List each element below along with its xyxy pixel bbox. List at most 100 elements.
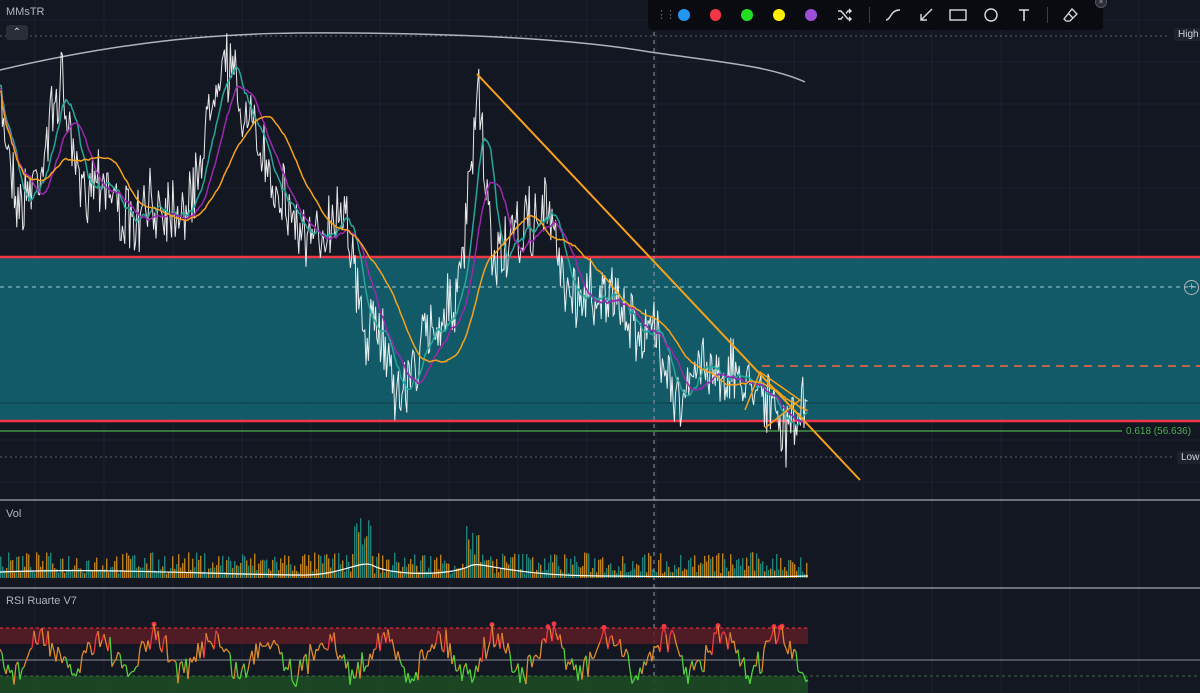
volume-bar <box>282 563 284 578</box>
volume-bar <box>484 560 486 578</box>
rsi-line <box>269 644 273 650</box>
volume-bar <box>420 560 422 578</box>
rsi-line <box>229 653 233 677</box>
drag-handle-icon[interactable]: ⋮⋮ <box>656 8 676 22</box>
volume-bar <box>760 563 762 578</box>
add-price-level-icon[interactable]: + <box>1184 280 1199 295</box>
volume-bar <box>614 570 616 578</box>
rsi-line <box>121 664 125 669</box>
text-icon[interactable] <box>1015 6 1033 24</box>
volume-bar <box>218 556 220 578</box>
rsi-pane-title: RSI Ruarte V7 <box>6 595 77 607</box>
low-price-tag: Low <box>1177 451 1200 464</box>
rsi-line <box>595 646 599 653</box>
chart-canvas[interactable] <box>0 0 1200 693</box>
volume-bar <box>102 565 104 578</box>
rsi-line <box>173 659 177 663</box>
volume-bar <box>0 556 2 578</box>
volume-bar <box>264 560 266 578</box>
volume-bar <box>122 554 124 578</box>
rsi-line <box>429 644 433 652</box>
volume-bar <box>438 569 440 578</box>
color-red-button[interactable] <box>709 9 722 21</box>
volume-bar <box>14 572 16 578</box>
color-blue-button[interactable] <box>678 9 690 21</box>
volume-bar <box>158 559 160 578</box>
volume-bar <box>514 553 516 578</box>
rsi-line <box>623 648 627 657</box>
color-purple-button[interactable] <box>804 9 817 21</box>
color-green-button[interactable] <box>741 9 754 21</box>
shuffle-icon[interactable] <box>837 6 855 24</box>
chevron-up-icon[interactable]: ⌃ <box>6 25 28 40</box>
rsi-line <box>301 656 305 671</box>
volume-bar <box>232 567 234 578</box>
rsi-line <box>783 643 787 649</box>
volume-bar <box>586 553 588 578</box>
volume-bar <box>340 564 342 578</box>
volume-bar <box>260 560 262 578</box>
volume-bar <box>172 556 174 578</box>
volume-bar <box>590 571 592 578</box>
volume-bar <box>220 565 222 578</box>
volume-bar <box>788 559 790 578</box>
rsi-line <box>359 652 363 679</box>
volume-bar <box>364 538 366 578</box>
color-yellow-button[interactable] <box>773 9 785 21</box>
rsi-line <box>129 671 133 675</box>
volume-bar <box>166 573 168 578</box>
volume-bar <box>700 562 702 578</box>
rectangle-icon[interactable] <box>949 6 967 24</box>
volume-bar <box>690 557 692 578</box>
rsi-line <box>529 654 533 668</box>
rsi-line <box>257 642 261 659</box>
volume-bar <box>50 552 52 578</box>
volume-bar <box>612 570 614 578</box>
arrow-icon[interactable] <box>917 6 935 24</box>
volume-bar <box>192 558 194 578</box>
volume-bar <box>150 552 152 578</box>
trend-line-icon[interactable] <box>884 6 902 24</box>
rsi-line <box>397 651 401 661</box>
main-pane-title: MMsTR <box>6 6 45 18</box>
volume-bar <box>538 562 540 578</box>
volume-bar <box>382 555 384 578</box>
volume-bar <box>262 559 264 578</box>
rsi-line <box>645 656 649 666</box>
eraser-icon[interactable] <box>1062 6 1080 24</box>
volume-bar <box>286 565 288 578</box>
volume-bar <box>410 559 412 578</box>
volume-bar <box>344 571 346 578</box>
volume-bar <box>746 557 748 578</box>
volume-bar <box>510 557 512 578</box>
volume-bar <box>346 555 348 578</box>
volume-bar <box>230 560 232 578</box>
volume-bar <box>648 552 650 578</box>
rsi-line <box>171 659 175 661</box>
rsi-line <box>323 647 327 650</box>
circle-icon[interactable] <box>982 6 1000 24</box>
rsi-line <box>677 649 681 657</box>
volume-bar <box>88 560 90 578</box>
volume-bar <box>486 560 488 578</box>
volume-bar <box>532 557 534 578</box>
rsi-line <box>703 645 707 672</box>
volume-bar <box>516 572 518 578</box>
rsi-line <box>591 657 595 660</box>
volume-bar <box>396 561 398 578</box>
rsi-line <box>593 652 597 659</box>
volume-bar <box>384 572 386 578</box>
volume-bar <box>152 552 154 578</box>
rsi-line <box>361 652 365 672</box>
volume-bar <box>380 572 382 578</box>
volume-bar <box>776 554 778 578</box>
volume-bar <box>186 572 188 578</box>
rsi-line <box>393 648 397 661</box>
volume-bar <box>324 555 326 578</box>
rsi-line <box>317 644 321 651</box>
volume-bar <box>190 570 192 578</box>
volume-bar <box>502 553 504 578</box>
volume-bar <box>440 554 442 578</box>
volume-bar <box>536 569 538 578</box>
high-price-tag: High <box>1174 28 1200 41</box>
